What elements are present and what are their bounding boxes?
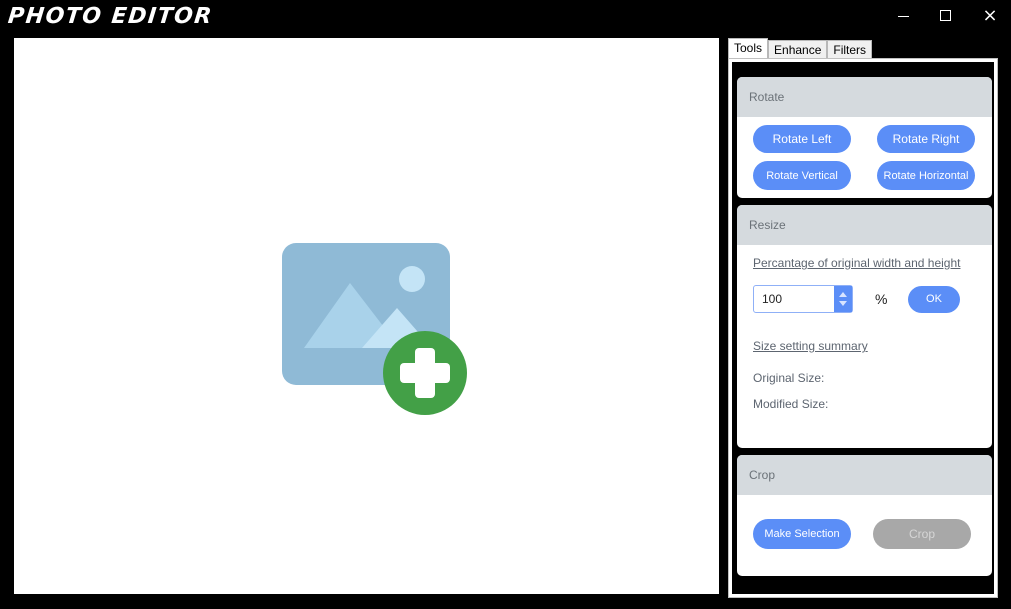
chevron-down-icon[interactable] [839,301,847,306]
modified-size-label: Modified Size: [753,397,829,411]
resize-card: Resize Percantage of original width and … [737,205,992,448]
rotate-left-button[interactable]: Rotate Left [753,125,851,153]
rotate-right-button[interactable]: Rotate Right [877,125,975,153]
tools-panel: Rotate Rotate Left Rotate Right Rotate V… [728,58,998,598]
make-selection-button[interactable]: Make Selection [753,519,851,549]
tab-tools[interactable]: Tools [728,38,769,59]
chevron-up-icon[interactable] [839,292,847,297]
percent-value: 100 [762,292,783,306]
percent-stepper[interactable]: 100 [753,285,853,313]
rotate-vertical-button[interactable]: Rotate Vertical [753,161,851,190]
rotate-horizontal-button[interactable]: Rotate Horizontal [877,161,975,190]
crop-card: Crop Make Selection Crop [737,455,992,576]
app-title: PHOTO EDITOR [6,4,215,29]
original-size-label: Original Size: [753,371,825,385]
minimize-icon [897,15,909,17]
maximize-button[interactable] [922,0,968,30]
crop-header: Crop [737,455,992,495]
tab-enhance[interactable]: Enhance [768,40,828,59]
close-icon: × [982,4,998,26]
tab-filters[interactable]: Filters [827,40,873,59]
percent-symbol: % [875,291,888,307]
crop-button[interactable]: Crop [873,519,971,549]
percentage-link[interactable]: Percantage of original width and height [753,256,960,270]
image-canvas[interactable] [14,38,719,594]
close-button[interactable]: × [967,0,1011,30]
add-image-icon[interactable] [282,243,482,423]
tools-panel-body: Rotate Rotate Left Rotate Right Rotate V… [732,62,994,594]
rotate-card: Rotate Rotate Left Rotate Right Rotate V… [737,77,992,198]
ok-button[interactable]: OK [908,286,960,313]
maximize-icon [939,9,951,21]
resize-header: Resize [737,205,992,245]
rotate-header: Rotate [737,77,992,117]
tab-bar: Tools Enhance Filters [728,38,873,59]
stepper-buttons [834,286,852,312]
minimize-button[interactable] [880,0,926,30]
add-image-graphic [282,243,467,415]
size-summary-link[interactable]: Size setting summary [753,339,868,353]
